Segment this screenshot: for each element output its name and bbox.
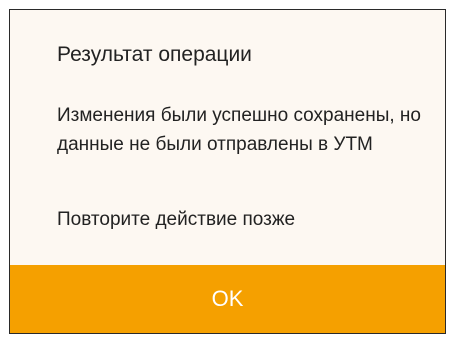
dialog-hint: Повторите действие позже <box>57 209 296 230</box>
dialog-message: Изменения были успешно сохранены, но дан… <box>57 105 421 155</box>
dialog-title: Результат операции <box>57 43 252 66</box>
result-dialog: Результат операции Изменения были успешн… <box>9 9 446 334</box>
ok-button[interactable]: OK <box>10 265 445 333</box>
